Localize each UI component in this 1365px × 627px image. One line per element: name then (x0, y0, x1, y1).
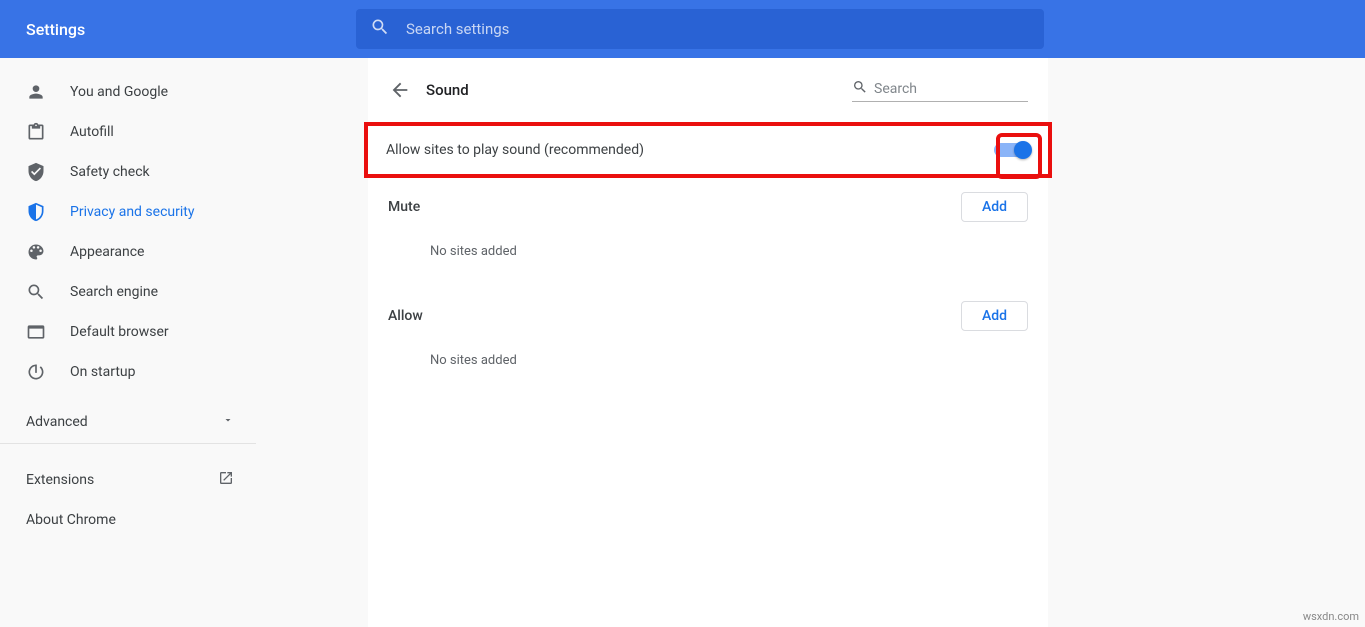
page-title: Sound (426, 81, 852, 99)
shield-check-icon (26, 162, 46, 182)
sidebar-advanced-label: Advanced (26, 414, 88, 430)
search-icon (852, 79, 868, 99)
toggle-knob (1014, 141, 1032, 159)
sidebar-item-label: Privacy and security (70, 204, 194, 220)
content-header: Sound (368, 58, 1048, 122)
sidebar-item-autofill[interactable]: Autofill (0, 112, 256, 152)
sidebar-about-label: About Chrome (26, 512, 116, 528)
page-search-input[interactable] (874, 81, 1028, 97)
sidebar-item-you-and-google[interactable]: You and Google (0, 72, 256, 112)
allow-section-header: Allow Add (368, 287, 1048, 331)
allow-empty-text: No sites added (368, 331, 1048, 396)
mute-section-label: Mute (388, 199, 420, 215)
sidebar-extensions[interactable]: Extensions (0, 460, 256, 500)
sidebar-item-label: You and Google (70, 84, 168, 100)
sidebar: You and Google Autofill Safety check Pri… (0, 58, 256, 627)
global-search-input[interactable] (406, 20, 1030, 38)
sidebar-item-safety-check[interactable]: Safety check (0, 152, 256, 192)
sidebar-about[interactable]: About Chrome (0, 500, 256, 540)
mute-empty-text: No sites added (368, 222, 1048, 287)
allow-add-button[interactable]: Add (961, 301, 1028, 331)
chevron-down-icon (222, 414, 234, 430)
sidebar-advanced[interactable]: Advanced (0, 400, 256, 444)
search-icon (26, 282, 46, 302)
sidebar-item-label: Search engine (70, 284, 158, 300)
sidebar-item-label: Appearance (70, 244, 144, 260)
sidebar-item-on-startup[interactable]: On startup (0, 352, 256, 392)
app-title: Settings (26, 20, 356, 39)
palette-icon (26, 242, 46, 262)
clipboard-icon (26, 122, 46, 142)
allow-sound-label: Allow sites to play sound (recommended) (386, 142, 644, 158)
page-search[interactable] (852, 79, 1028, 102)
sidebar-item-label: Safety check (70, 164, 150, 180)
person-icon (26, 82, 46, 102)
sidebar-item-label: Default browser (70, 324, 169, 340)
sidebar-item-label: Autofill (70, 124, 114, 140)
mute-section-header: Mute Add (368, 178, 1048, 222)
back-button[interactable] (388, 78, 412, 102)
global-search[interactable] (356, 9, 1044, 49)
sidebar-item-search-engine[interactable]: Search engine (0, 272, 256, 312)
allow-sound-toggle[interactable] (994, 143, 1030, 157)
highlight-allow-sound-row: Allow sites to play sound (recommended) (364, 122, 1052, 178)
sidebar-extensions-label: Extensions (26, 472, 94, 488)
mute-add-button[interactable]: Add (961, 192, 1028, 222)
search-icon (370, 17, 390, 41)
power-icon (26, 362, 46, 382)
app-header: Settings (0, 0, 1365, 58)
content-panel: Sound Allow sites to play sound (recomme… (368, 58, 1048, 627)
open-external-icon (218, 470, 234, 490)
sidebar-item-appearance[interactable]: Appearance (0, 232, 256, 272)
browser-icon (26, 322, 46, 342)
sidebar-item-default-browser[interactable]: Default browser (0, 312, 256, 352)
sidebar-item-label: On startup (70, 364, 136, 380)
sidebar-item-privacy-and-security[interactable]: Privacy and security (0, 192, 256, 232)
allow-sound-row[interactable]: Allow sites to play sound (recommended) (368, 126, 1048, 174)
watermark: wsxdn.com (1303, 610, 1359, 623)
shield-icon (26, 202, 46, 222)
allow-section-label: Allow (388, 308, 423, 324)
